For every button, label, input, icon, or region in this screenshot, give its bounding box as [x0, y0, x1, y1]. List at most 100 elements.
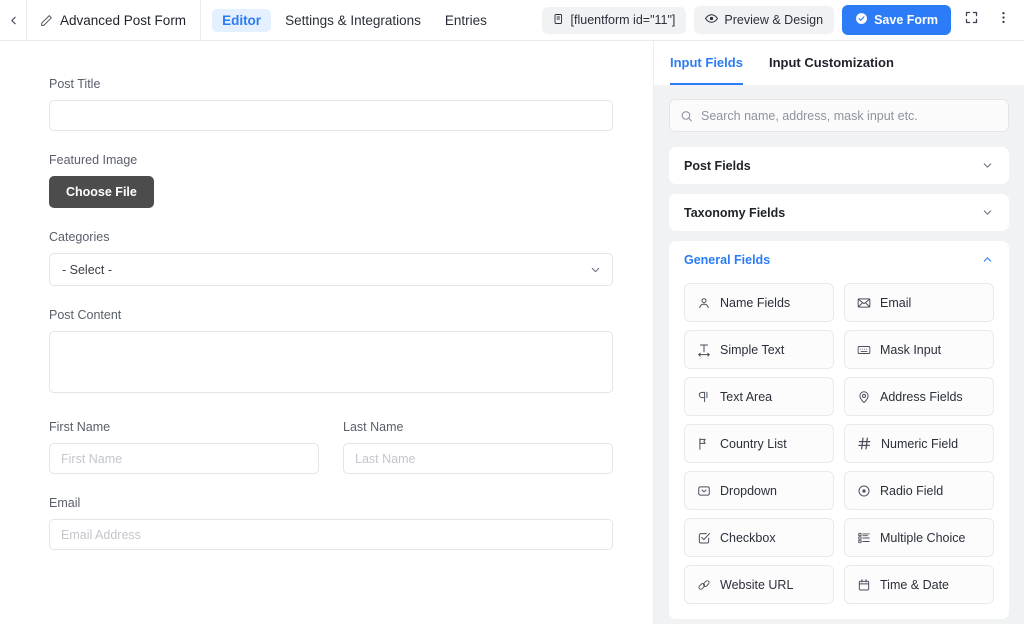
pencil-icon: [40, 14, 53, 27]
field-first-name: First Name: [49, 420, 319, 474]
field-row-name: First Name Last Name: [49, 420, 613, 474]
list-icon: [857, 531, 871, 545]
field-button-label: Simple Text: [720, 343, 784, 357]
field-button-radio-field[interactable]: Radio Field: [844, 471, 994, 510]
field-featured-image: Featured Image Choose File: [49, 153, 613, 208]
map-pin-icon: [857, 390, 871, 404]
top-bar-actions: [fluentform id="11"] Preview & Design Sa…: [542, 0, 1024, 40]
back-button[interactable]: [0, 0, 27, 40]
field-button-simple-text[interactable]: Simple Text: [684, 330, 834, 369]
accordion-title-post-fields: Post Fields: [684, 159, 751, 173]
field-button-text-area[interactable]: Text Area: [684, 377, 834, 416]
field-label-categories: Categories: [49, 230, 613, 244]
nav-tab-settings-integrations[interactable]: Settings & Integrations: [275, 9, 431, 32]
field-button-numeric-field[interactable]: Numeric Field: [844, 424, 994, 463]
check-circle-icon: [855, 12, 868, 28]
eye-icon: [705, 12, 718, 28]
field-button-label: Dropdown: [720, 484, 777, 498]
search-wrap: [669, 99, 1009, 132]
nav-tabs: Editor Settings & Integrations Entries: [201, 0, 497, 40]
field-button-dropdown[interactable]: Dropdown: [684, 471, 834, 510]
field-label-last-name: Last Name: [343, 420, 613, 434]
accordion-taxonomy-fields: Taxonomy Fields: [669, 194, 1009, 231]
shortcode-chip[interactable]: [fluentform id="11"]: [542, 7, 687, 34]
post-content-textarea[interactable]: [49, 331, 613, 393]
preview-design-label: Preview & Design: [724, 13, 823, 27]
field-post-content: Post Content: [49, 308, 613, 398]
field-label-email: Email: [49, 496, 613, 510]
field-button-label: Mask Input: [880, 343, 941, 357]
field-button-label: Radio Field: [880, 484, 943, 498]
flag-icon: [697, 437, 711, 451]
accordion-header-taxonomy-fields[interactable]: Taxonomy Fields: [669, 194, 1009, 231]
field-button-country-list[interactable]: Country List: [684, 424, 834, 463]
field-post-title: Post Title: [49, 77, 613, 131]
email-input[interactable]: [49, 519, 613, 550]
text-width-icon: [697, 343, 711, 357]
field-button-label: Email: [880, 296, 911, 310]
nav-tab-entries[interactable]: Entries: [435, 9, 497, 32]
field-button-time-date[interactable]: Time & Date: [844, 565, 994, 604]
categories-select-value: - Select -: [62, 263, 112, 277]
right-panel: Input Fields Input Customization Post Fi…: [654, 41, 1024, 624]
field-button-checkbox[interactable]: Checkbox: [684, 518, 834, 557]
keyboard-icon: [857, 343, 871, 357]
field-label-post-title: Post Title: [49, 77, 613, 91]
field-email: Email: [49, 496, 613, 550]
general-fields-grid: Name Fields Email Simple Text Mask Input: [669, 278, 1009, 619]
panel-tabs: Input Fields Input Customization: [654, 41, 1024, 85]
tab-input-customization[interactable]: Input Customization: [769, 41, 894, 85]
choose-file-button[interactable]: Choose File: [49, 176, 154, 208]
fullscreen-button[interactable]: [959, 6, 983, 34]
save-form-label: Save Form: [874, 13, 938, 27]
body-split: Post Title Featured Image Choose File Ca…: [0, 41, 1024, 624]
field-button-multiple-choice[interactable]: Multiple Choice: [844, 518, 994, 557]
field-button-website-url[interactable]: Website URL: [684, 565, 834, 604]
copy-icon: [553, 13, 565, 28]
more-options-button[interactable]: [991, 6, 1015, 34]
more-vertical-icon: [996, 10, 1011, 30]
accordion-header-general-fields[interactable]: General Fields: [669, 241, 1009, 278]
form-title-block[interactable]: Advanced Post Form: [27, 0, 201, 40]
chevron-up-icon: [981, 253, 994, 266]
calendar-icon: [857, 578, 871, 592]
field-button-label: Multiple Choice: [880, 531, 965, 545]
panel-content: Post Fields Taxonomy Fields General Fiel…: [654, 85, 1024, 624]
link-icon: [697, 578, 711, 592]
categories-select-wrap: - Select -: [49, 253, 613, 286]
field-label-featured-image: Featured Image: [49, 153, 613, 167]
post-title-input[interactable]: [49, 100, 613, 131]
user-icon: [697, 296, 711, 310]
last-name-input[interactable]: [343, 443, 613, 474]
radio-circle-icon: [857, 484, 871, 498]
preview-design-button[interactable]: Preview & Design: [694, 6, 834, 34]
form-canvas: Post Title Featured Image Choose File Ca…: [0, 41, 654, 624]
search-input[interactable]: [669, 99, 1009, 132]
accordion-title-general-fields: General Fields: [684, 253, 770, 267]
field-button-label: Country List: [720, 437, 787, 451]
tab-input-fields[interactable]: Input Fields: [670, 41, 743, 85]
field-button-mask-input[interactable]: Mask Input: [844, 330, 994, 369]
dropdown-icon: [697, 484, 711, 498]
field-button-email[interactable]: Email: [844, 283, 994, 322]
paragraph-icon: [697, 390, 711, 404]
top-bar: Advanced Post Form Editor Settings & Int…: [0, 0, 1024, 41]
field-button-label: Time & Date: [880, 578, 949, 592]
accordion-general-fields: General Fields Name Fields Email: [669, 241, 1009, 619]
field-button-label: Numeric Field: [881, 437, 958, 451]
field-label-post-content: Post Content: [49, 308, 613, 322]
nav-tab-editor[interactable]: Editor: [212, 9, 271, 32]
checkbox-icon: [697, 531, 711, 545]
hash-icon: [857, 436, 872, 451]
save-form-button[interactable]: Save Form: [842, 5, 951, 35]
field-button-label: Website URL: [720, 578, 793, 592]
field-button-address-fields[interactable]: Address Fields: [844, 377, 994, 416]
accordion-header-post-fields[interactable]: Post Fields: [669, 147, 1009, 184]
accordion-title-taxonomy-fields: Taxonomy Fields: [684, 206, 785, 220]
field-categories: Categories - Select -: [49, 230, 613, 286]
categories-select[interactable]: - Select -: [49, 253, 613, 286]
accordion-post-fields: Post Fields: [669, 147, 1009, 184]
first-name-input[interactable]: [49, 443, 319, 474]
field-button-label: Name Fields: [720, 296, 790, 310]
field-button-name-fields[interactable]: Name Fields: [684, 283, 834, 322]
